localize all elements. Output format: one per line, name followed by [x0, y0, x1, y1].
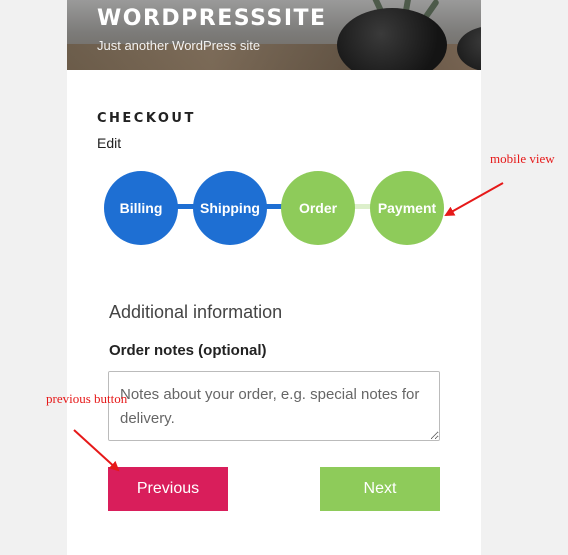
annotation-arrows [73, 182, 504, 472]
annotation-arrow-previous-button [73, 429, 120, 472]
annotation-arrow-mobile-view [444, 182, 504, 216]
